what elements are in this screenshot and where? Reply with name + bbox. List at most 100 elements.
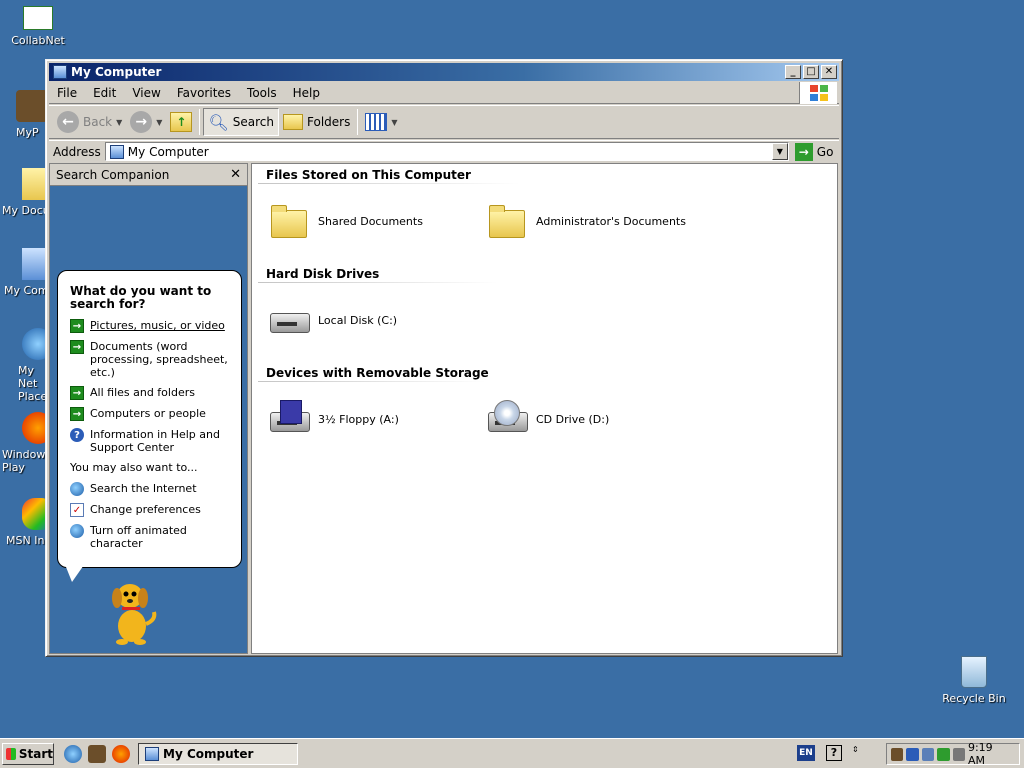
language-indicator[interactable]: EN	[797, 745, 815, 761]
balloon-tail	[64, 562, 86, 582]
taskbar: Start My Computer EN ? ⇕ 9:19 AM	[0, 738, 1024, 768]
my-computer-window: My Computer _ □ ✕ File Edit View Favorit…	[45, 59, 843, 657]
my-computer-icon	[109, 144, 124, 159]
tray-app-icon[interactable]	[891, 747, 904, 761]
back-arrow-icon: ←	[57, 111, 79, 133]
option-change-preferences[interactable]: ✓ Change preferences	[70, 503, 229, 517]
menu-favorites[interactable]: Favorites	[169, 86, 239, 100]
chevron-down-icon: ▼	[391, 117, 398, 127]
search-question: What do you want to search for?	[70, 284, 212, 311]
search-icon: 🔍︎	[208, 112, 229, 132]
menu-help[interactable]: Help	[285, 86, 328, 100]
certificate-icon	[23, 6, 53, 30]
item-shared-documents[interactable]: Shared Documents	[268, 200, 423, 242]
menu-bar: File Edit View Favorites Tools Help	[49, 82, 839, 104]
forward-button[interactable]: → ▼	[126, 108, 166, 136]
arrow-icon: →	[70, 407, 84, 421]
chevron-down-icon: ▼	[156, 117, 163, 127]
item-cd-drive-d[interactable]: CD Drive (D:)	[486, 398, 609, 440]
section-divider	[258, 183, 520, 184]
also-want-label: You may also want to...	[70, 461, 198, 474]
chevron-down-icon[interactable]: ⇕	[852, 745, 859, 754]
back-button[interactable]: ← Back ▼	[53, 108, 126, 136]
chevron-down-icon: ▼	[116, 117, 123, 127]
clock[interactable]: 9:19 AM	[968, 741, 1011, 767]
help-icon[interactable]: ?	[826, 745, 842, 761]
views-grid-icon	[365, 113, 388, 131]
address-dropdown-button[interactable]: ▼	[771, 143, 788, 160]
folder-icon	[268, 200, 310, 242]
up-folder-button[interactable]: ↑	[166, 108, 196, 136]
shortcut-app-icon	[16, 90, 48, 122]
system-tray: 9:19 AM	[886, 741, 1020, 767]
search-companion-pane: Search Companion ✕ What do you want to s…	[49, 163, 248, 654]
toolbar-separator	[199, 109, 201, 135]
recycle-bin-icon	[961, 656, 987, 688]
option-turn-off-character[interactable]: Turn off animated character	[70, 524, 229, 550]
search-companion-header: Search Companion ✕	[50, 164, 247, 186]
menu-edit[interactable]: Edit	[85, 86, 124, 100]
option-documents[interactable]: → Documents (word processing, spreadshee…	[70, 340, 229, 379]
address-bar: Address My Computer ▼ → Go	[49, 140, 839, 162]
item-administrators-documents[interactable]: Administrator's Documents	[486, 200, 686, 242]
arrow-icon: →	[70, 386, 84, 400]
internet-explorer-icon[interactable]	[64, 744, 82, 763]
option-pictures-music-video[interactable]: → Pictures, music, or video	[70, 319, 229, 333]
search-internet-icon	[70, 482, 84, 496]
help-icon: ?	[70, 428, 84, 442]
item-local-disk-c[interactable]: Local Disk (C:)	[268, 299, 397, 341]
option-all-files-folders[interactable]: → All files and folders	[70, 386, 229, 400]
views-button[interactable]: ▼	[361, 108, 401, 136]
quicklaunch-app-icon[interactable]	[88, 744, 106, 763]
my-computer-icon	[145, 746, 159, 761]
folders-button[interactable]: Folders	[279, 108, 354, 136]
menu-view[interactable]: View	[124, 86, 168, 100]
cd-drive-icon	[486, 398, 528, 440]
maximize-button[interactable]: □	[803, 65, 819, 79]
folder-icon	[486, 200, 528, 242]
tray-utility-icon[interactable]	[937, 747, 950, 761]
main-content-pane: Files Stored on This Computer Shared Doc…	[251, 163, 838, 654]
menu-tools[interactable]: Tools	[239, 86, 285, 100]
section-title-hard-disks: Hard Disk Drives	[266, 267, 380, 281]
menu-file[interactable]: File	[49, 86, 85, 100]
go-button[interactable]: → Go	[794, 142, 833, 161]
speaker-icon[interactable]	[952, 747, 965, 761]
window-title: My Computer	[71, 65, 162, 79]
close-button[interactable]: ✕	[821, 65, 837, 79]
close-icon[interactable]: ✕	[230, 167, 241, 182]
section-divider	[258, 282, 498, 283]
search-companion-title: Search Companion	[56, 167, 170, 182]
option-help-support[interactable]: ? Information in Help and Support Center	[70, 428, 229, 454]
address-input[interactable]: My Computer ▼	[104, 142, 789, 161]
option-computers-people[interactable]: → Computers or people	[70, 407, 229, 421]
monitor-icon[interactable]	[921, 747, 935, 761]
title-bar[interactable]: My Computer _ □ ✕	[49, 63, 839, 81]
start-button[interactable]: Start	[2, 742, 54, 765]
floppy-drive-icon	[268, 398, 310, 440]
up-folder-icon: ↑	[170, 112, 193, 132]
desktop-icon-collabnet[interactable]: CollabNet	[2, 6, 74, 47]
windows-logo-icon	[799, 82, 837, 104]
arrow-icon: →	[70, 319, 84, 333]
address-label: Address	[53, 144, 101, 159]
section-title-removable: Devices with Removable Storage	[266, 366, 489, 380]
desktop-icon-recycle-bin[interactable]: Recycle Bin	[938, 656, 1010, 705]
option-search-internet[interactable]: Search the Internet	[70, 482, 229, 496]
toolbar-separator	[357, 109, 359, 135]
arrow-icon: →	[70, 340, 84, 354]
windows-flag-icon	[6, 747, 16, 760]
network-icon[interactable]	[906, 747, 919, 761]
go-arrow-icon: →	[794, 142, 813, 161]
search-dog-icon[interactable]	[102, 576, 162, 646]
media-player-icon[interactable]	[112, 744, 130, 763]
preferences-icon: ✓	[70, 503, 84, 517]
forward-arrow-icon: →	[130, 111, 153, 133]
minimize-button[interactable]: _	[785, 65, 801, 79]
my-computer-icon	[53, 65, 67, 79]
search-balloon: What do you want to search for? → Pictur…	[57, 270, 242, 568]
taskbar-button-my-computer[interactable]: My Computer	[138, 742, 298, 765]
hard-drive-icon	[268, 299, 310, 341]
item-floppy-a[interactable]: 3½ Floppy (A:)	[268, 398, 399, 440]
search-button[interactable]: 🔍︎ Search	[203, 108, 279, 136]
